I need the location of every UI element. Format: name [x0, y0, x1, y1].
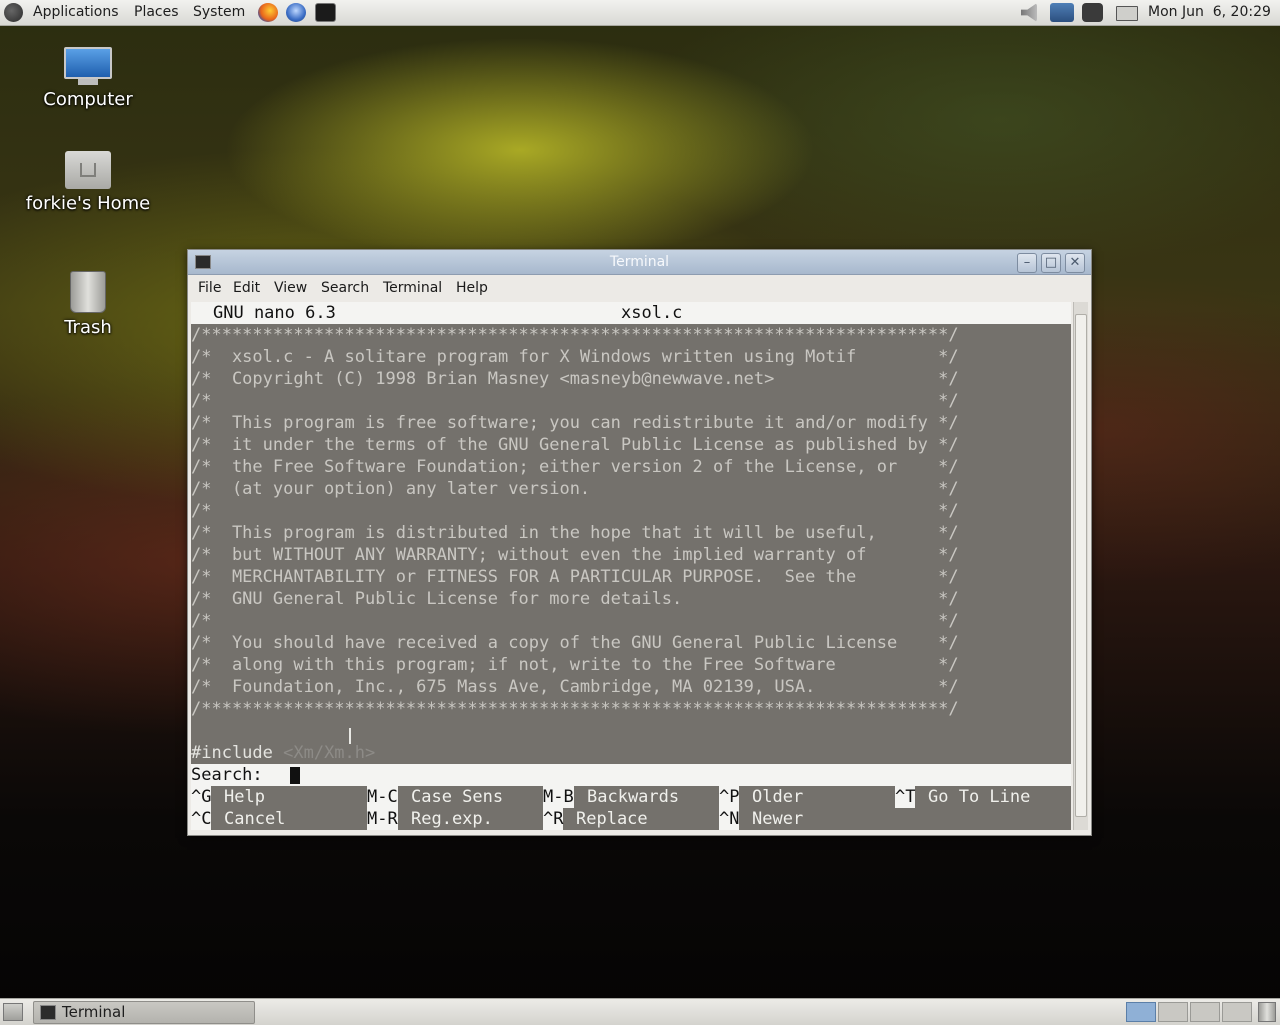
code-line: /* along with this program; if not, writ… — [191, 655, 959, 675]
code-line: /* This program is free software; you ca… — [191, 413, 959, 433]
thunderbird-icon[interactable] — [286, 3, 306, 22]
code-line: /* the Free Software Foundation; either … — [191, 457, 959, 477]
firefox-icon[interactable] — [258, 3, 278, 22]
code-line: /* */ — [191, 501, 959, 521]
desktop-icon-label: forkie's Home — [25, 193, 151, 214]
volume-icon[interactable] — [1021, 3, 1037, 22]
shortcut-key: ^P — [719, 786, 740, 808]
search-prompt: Search: — [191, 765, 263, 785]
shortcut-label: Case Sens — [411, 787, 504, 807]
menu-terminal[interactable]: Terminal — [383, 280, 442, 296]
code-line: /* You should have received a copy of th… — [191, 633, 959, 653]
menu-view[interactable]: View — [274, 280, 307, 296]
taskbar-terminal[interactable]: Terminal — [33, 1001, 255, 1024]
menu-file[interactable]: File — [198, 280, 221, 296]
shortcut-key: M-C — [367, 786, 398, 808]
menu-applications[interactable]: Applications — [33, 4, 119, 20]
code-line: /* xsol.c - A solitare program for X Win… — [191, 347, 959, 367]
desktop-icon-computer[interactable]: Computer — [18, 47, 158, 110]
shortcut-label: Reg.exp. — [411, 809, 493, 829]
network-icon[interactable] — [1050, 3, 1074, 22]
shortcut-label: Cancel — [224, 809, 286, 829]
close-button[interactable]: ✕ — [1065, 253, 1085, 273]
search-bar[interactable]: Search: — [191, 764, 1071, 786]
shortcut-label: Newer — [752, 809, 804, 829]
shortcut-key: ^R — [543, 808, 564, 830]
top-panel: Applications Places System Mon Jun 6, 20… — [0, 0, 1280, 26]
terminal-window: Terminal – □ ✕ File Edit View Search Ter… — [187, 249, 1092, 836]
update-clock-icon[interactable] — [1082, 3, 1103, 22]
show-desktop-icon[interactable] — [3, 1003, 23, 1021]
clock[interactable]: Mon Jun 6, 20:29 — [1148, 4, 1271, 20]
terminal-scrollbar[interactable] — [1073, 302, 1088, 830]
shortcut-label: Go To Line — [928, 787, 1031, 807]
shortcut-key: M-R — [367, 808, 398, 830]
shortcut-label: Backwards — [587, 787, 680, 807]
workspace-2[interactable] — [1158, 1002, 1188, 1022]
maximize-button[interactable]: □ — [1041, 253, 1061, 273]
mouse-ibeam-cursor — [349, 728, 351, 744]
bottom-panel: Terminal — [0, 998, 1280, 1025]
shortcut-label: Help — [224, 787, 265, 807]
shortcut-key: M-B — [543, 786, 574, 808]
shortcut-key: ^N — [719, 808, 740, 830]
shortcut-key: ^C — [191, 808, 212, 830]
desktop-icon-label: Trash — [64, 317, 112, 338]
nano-titlebar: GNU nano 6.3 xsol.c — [191, 302, 1071, 324]
menu-system[interactable]: System — [193, 4, 245, 20]
trash-applet-icon[interactable] — [1258, 1002, 1276, 1022]
menu-bar: File Edit View Search Terminal Help — [188, 276, 1091, 300]
shortcut-label: Replace — [576, 809, 648, 829]
window-titlebar[interactable]: Terminal – □ ✕ — [188, 250, 1091, 275]
code-line: /***************************************… — [191, 699, 959, 719]
shortcut-key: ^G — [191, 786, 212, 808]
nano-filename: xsol.c — [621, 303, 683, 323]
trash-icon — [70, 271, 106, 313]
workspace-1[interactable] — [1126, 1002, 1156, 1022]
nano-version: GNU nano 6.3 — [213, 303, 336, 323]
desktop-icon-home[interactable]: forkie's Home — [18, 151, 158, 214]
desktop-icon-trash[interactable]: Trash — [18, 271, 158, 338]
terminal-content[interactable]: GNU nano 6.3 xsol.c /*******************… — [191, 302, 1071, 830]
menu-edit[interactable]: Edit — [233, 280, 260, 296]
include-line: #include <Xm/Xm.h> — [191, 743, 376, 763]
scrollbar-thumb[interactable] — [1075, 314, 1087, 817]
code-line: /* Copyright (C) 1998 Brian Masney <masn… — [191, 369, 959, 389]
code-line: /* but WITHOUT ANY WARRANTY; without eve… — [191, 545, 959, 565]
computer-icon — [64, 47, 112, 85]
menu-places[interactable]: Places — [134, 4, 179, 20]
code-line: /* */ — [191, 391, 959, 411]
code-line: /* */ — [191, 611, 959, 631]
shortcut-key: ^T — [895, 786, 916, 808]
code-line: /* MERCHANTABILITY or FITNESS FOR A PART… — [191, 567, 959, 587]
home-folder-icon — [65, 151, 111, 189]
code-line: /***************************************… — [191, 325, 959, 345]
minimize-button[interactable]: – — [1017, 253, 1037, 273]
menu-search[interactable]: Search — [321, 280, 369, 296]
code-line: /* This program is distributed in the ho… — [191, 523, 959, 543]
battery-icon[interactable] — [1116, 6, 1138, 21]
code-line: /* Foundation, Inc., 675 Mass Ave, Cambr… — [191, 677, 959, 697]
window-title: Terminal — [609, 254, 670, 270]
code-line: /* it under the terms of the GNU General… — [191, 435, 959, 455]
menu-help[interactable]: Help — [456, 280, 488, 296]
workspace-4[interactable] — [1222, 1002, 1252, 1022]
taskbar-terminal-label: Terminal — [62, 1003, 126, 1021]
desktop-icon-label: Computer — [43, 89, 133, 110]
gnome-foot-icon[interactable] — [4, 3, 23, 22]
terminal-launcher-icon[interactable] — [315, 3, 336, 22]
workspace-3[interactable] — [1190, 1002, 1220, 1022]
terminal-task-icon — [40, 1005, 56, 1020]
text-cursor — [290, 767, 300, 784]
shortcut-label: Older — [752, 787, 804, 807]
code-line: /* (at your option) any later version. *… — [191, 479, 959, 499]
code-line: /* GNU General Public License for more d… — [191, 589, 959, 609]
